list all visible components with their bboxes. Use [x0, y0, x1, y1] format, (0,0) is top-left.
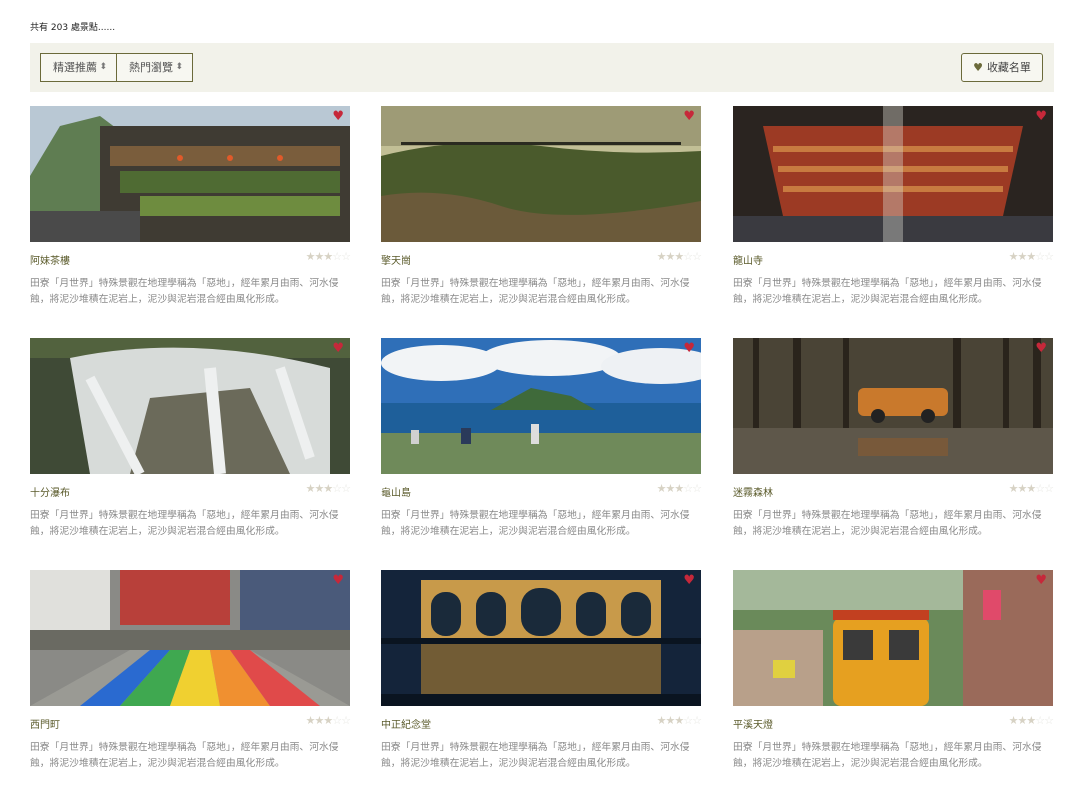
attraction-photo[interactable]: ♥: [733, 106, 1053, 242]
star-rating: ★★★☆☆: [656, 250, 702, 263]
favorite-heart-icon[interactable]: ♥: [332, 341, 344, 356]
favorites-button-label: 收藏名單: [986, 61, 1031, 74]
star-rating: ★★★☆☆: [656, 714, 702, 727]
updown-arrow-icon: ⬍: [99, 62, 107, 72]
favorite-heart-icon[interactable]: ♥: [1035, 341, 1047, 356]
featured-select[interactable]: 精選推薦 ⬍: [40, 53, 117, 82]
attraction-title[interactable]: 迷霧森林: [733, 484, 773, 499]
favorite-heart-icon[interactable]: ♥: [1035, 109, 1047, 124]
favorites-button[interactable]: ♥ 收藏名單: [961, 53, 1043, 82]
favorite-heart-icon[interactable]: ♥: [683, 573, 695, 588]
attraction-description: 田寮「月世界」特殊景觀在地理學稱為「惡地」，經年累月由雨、河水侵蝕，將泥沙堆積在…: [381, 510, 690, 537]
result-count: 共有 203 處景點......: [30, 23, 116, 33]
attraction-photo[interactable]: ♥: [381, 106, 701, 242]
attraction-photo[interactable]: ♥: [30, 106, 350, 242]
attraction-description: 田寮「月世界」特殊景觀在地理學稱為「惡地」，經年累月由雨、河水侵蝕，將泥沙堆積在…: [30, 510, 339, 537]
attraction-card[interactable]: ♥ 阿妹茶樓 ★★★☆☆ 田寮「月世界」特殊景觀在地理學稱為「惡地」，經年累月由…: [30, 106, 351, 316]
attraction-description: 田寮「月世界」特殊景觀在地理學稱為「惡地」，經年累月由雨、河水侵蝕，將泥沙堆積在…: [30, 742, 339, 769]
filter-toolbar: 精選推薦 ⬍ 熱門瀏覽 ⬍ ♥ 收藏名單: [30, 43, 1054, 92]
attraction-photo[interactable]: ♥: [381, 570, 701, 706]
star-rating: ★★★☆☆: [305, 714, 351, 727]
attraction-title[interactable]: 龜山島: [381, 484, 411, 499]
attraction-card[interactable]: ♥ 擎天崗 ★★★☆☆ 田寮「月世界」特殊景觀在地理學稱為「惡地」，經年累月由雨…: [381, 106, 702, 316]
updown-arrow-icon: ⬍: [175, 62, 183, 72]
attraction-title[interactable]: 龍山寺: [733, 252, 763, 267]
attraction-description: 田寮「月世界」特殊景觀在地理學稱為「惡地」，經年累月由雨、河水侵蝕，將泥沙堆積在…: [733, 278, 1042, 305]
attraction-photo[interactable]: ♥: [30, 570, 350, 706]
attraction-description: 田寮「月世界」特殊景觀在地理學稱為「惡地」，經年累月由雨、河水侵蝕，將泥沙堆積在…: [733, 510, 1042, 537]
favorite-heart-icon[interactable]: ♥: [683, 341, 695, 356]
popular-select-label: 熱門瀏覽: [129, 61, 173, 74]
attraction-title[interactable]: 十分瀑布: [30, 484, 70, 499]
heart-icon: ♥: [973, 61, 983, 74]
star-rating: ★★★☆☆: [1008, 250, 1054, 263]
attraction-photo[interactable]: ♥: [381, 338, 701, 474]
attraction-description: 田寮「月世界」特殊景觀在地理學稱為「惡地」，經年累月由雨、河水侵蝕，將泥沙堆積在…: [30, 278, 339, 305]
attraction-card[interactable]: ♥ 平溪天燈 ★★★☆☆ 田寮「月世界」特殊景觀在地理學稱為「惡地」，經年累月由…: [733, 570, 1054, 780]
attraction-photo[interactable]: ♥: [733, 338, 1053, 474]
attraction-description: 田寮「月世界」特殊景觀在地理學稱為「惡地」，經年累月由雨、河水侵蝕，將泥沙堆積在…: [381, 742, 690, 769]
star-rating: ★★★☆☆: [656, 482, 702, 495]
attraction-card[interactable]: ♥ 西門町 ★★★☆☆ 田寮「月世界」特殊景觀在地理學稱為「惡地」，經年累月由雨…: [30, 570, 351, 780]
star-rating: ★★★☆☆: [305, 250, 351, 263]
favorite-heart-icon[interactable]: ♥: [1035, 573, 1047, 588]
attraction-title[interactable]: 中正紀念堂: [381, 716, 431, 731]
favorite-heart-icon[interactable]: ♥: [683, 109, 695, 124]
attraction-title[interactable]: 西門町: [30, 716, 60, 731]
star-rating: ★★★☆☆: [305, 482, 351, 495]
attraction-photo[interactable]: ♥: [30, 338, 350, 474]
attraction-card[interactable]: ♥ 龍山寺 ★★★☆☆ 田寮「月世界」特殊景觀在地理學稱為「惡地」，經年累月由雨…: [733, 106, 1054, 316]
attraction-title[interactable]: 阿妹茶樓: [30, 252, 70, 267]
attraction-title[interactable]: 平溪天燈: [733, 716, 773, 731]
attraction-title[interactable]: 擎天崗: [381, 252, 411, 267]
attraction-card[interactable]: ♥ 迷霧森林 ★★★☆☆ 田寮「月世界」特殊景觀在地理學稱為「惡地」，經年累月由…: [733, 338, 1054, 548]
attraction-description: 田寮「月世界」特殊景觀在地理學稱為「惡地」，經年累月由雨、河水侵蝕，將泥沙堆積在…: [381, 278, 690, 305]
attraction-card[interactable]: ♥ 十分瀑布 ★★★☆☆ 田寮「月世界」特殊景觀在地理學稱為「惡地」，經年累月由…: [30, 338, 351, 548]
favorite-heart-icon[interactable]: ♥: [332, 573, 344, 588]
popular-select[interactable]: 熱門瀏覽 ⬍: [116, 53, 193, 82]
attraction-card[interactable]: ♥ 中正紀念堂 ★★★☆☆ 田寮「月世界」特殊景觀在地理學稱為「惡地」，經年累月…: [381, 570, 702, 780]
attraction-photo[interactable]: ♥: [733, 570, 1053, 706]
star-rating: ★★★☆☆: [1008, 482, 1054, 495]
attraction-description: 田寮「月世界」特殊景觀在地理學稱為「惡地」，經年累月由雨、河水侵蝕，將泥沙堆積在…: [733, 742, 1042, 769]
attraction-card[interactable]: ♥ 龜山島 ★★★☆☆ 田寮「月世界」特殊景觀在地理學稱為「惡地」，經年累月由雨…: [381, 338, 702, 548]
featured-select-label: 精選推薦: [53, 61, 97, 74]
star-rating: ★★★☆☆: [1008, 714, 1054, 727]
favorite-heart-icon[interactable]: ♥: [332, 109, 344, 124]
